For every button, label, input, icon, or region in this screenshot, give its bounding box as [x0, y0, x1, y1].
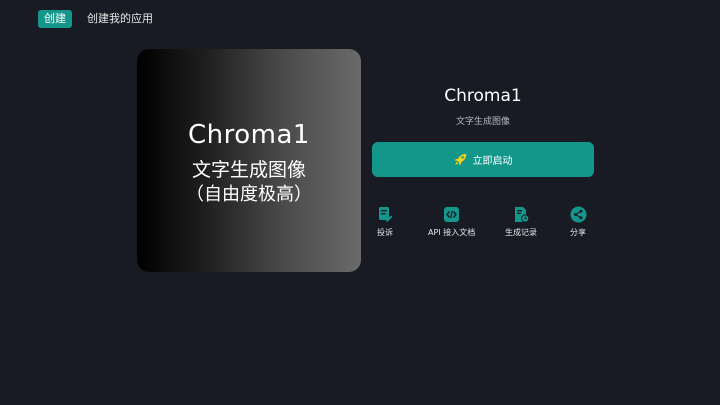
action-bar: 投诉 API 接入文档 生成记录 分享 — [372, 205, 594, 241]
cover-subtitle: 文字生成图像 — [191, 158, 306, 181]
share-icon — [569, 205, 587, 223]
top-nav: 创建 创建我的应用 — [38, 10, 153, 28]
share-label: 分享 — [570, 228, 586, 237]
share-button[interactable]: 分享 — [569, 205, 587, 238]
app-cover-card: Chroma1 文字生成图像 （自由度极高） — [137, 49, 361, 272]
code-icon — [443, 205, 461, 223]
history-label: 生成记录 — [505, 228, 537, 237]
complaint-label: 投诉 — [377, 228, 393, 237]
cover-note: （自由度极高） — [186, 183, 312, 205]
api-docs-button[interactable]: API 接入文档 — [428, 205, 475, 238]
page: 创建 创建我的应用 Chroma1 文字生成图像 （自由度极高） Chroma1… — [0, 0, 720, 405]
app-description: 文字生成图像 — [455, 117, 510, 127]
launch-button[interactable]: 立即启动 — [372, 142, 594, 177]
tab-create-my-app[interactable]: 创建我的应用 — [87, 10, 153, 28]
complaint-edit-icon — [376, 205, 394, 223]
complaint-button[interactable]: 投诉 — [376, 205, 394, 238]
app-name: Chroma1 — [444, 86, 522, 106]
api-docs-label: API 接入文档 — [428, 228, 476, 237]
tab-create[interactable]: 创建 — [38, 10, 72, 28]
cover-title: Chroma1 — [188, 119, 310, 150]
rocket-icon — [454, 153, 467, 166]
app-info-panel: Chroma1 文字生成图像 立即启动 投诉 API 接入文档 生成记录 分享 — [372, 84, 594, 237]
history-button[interactable]: 生成记录 — [505, 205, 537, 238]
launch-button-label: 立即启动 — [472, 156, 513, 167]
history-icon — [512, 205, 530, 223]
